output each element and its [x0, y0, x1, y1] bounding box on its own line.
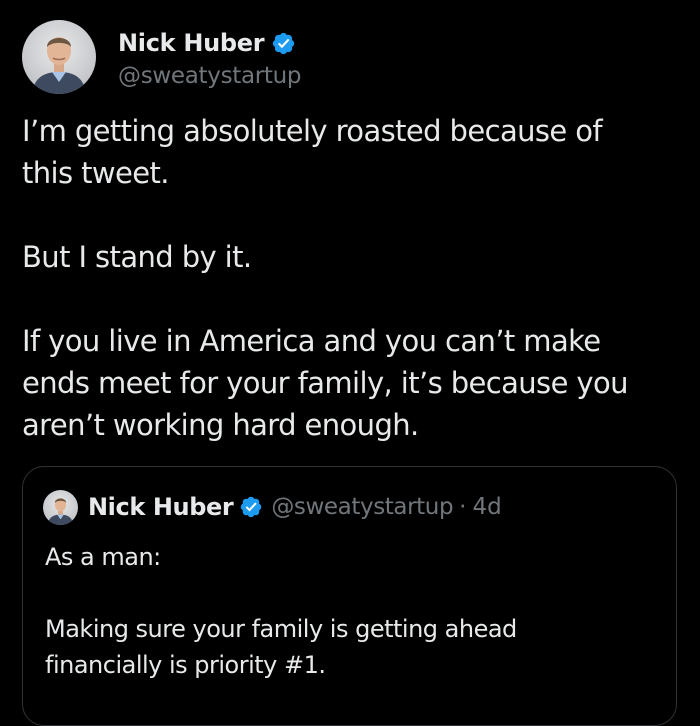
- tweet-paragraph: I’m getting absolutely roasted because o…: [22, 110, 682, 194]
- quoted-timestamp[interactable]: 4d: [472, 494, 501, 520]
- verified-badge-icon[interactable]: [271, 31, 296, 56]
- author-handle[interactable]: @sweatystartup: [118, 63, 302, 89]
- tweet-line: this tweet.: [22, 156, 170, 190]
- quoted-line: Making sure your family is getting ahead: [45, 615, 517, 643]
- tweet-text: I’m getting absolutely roasted because o…: [22, 110, 682, 446]
- avatar-image: [22, 20, 96, 94]
- tweet-line: But I stand by it.: [22, 240, 252, 274]
- quoted-tweet-header: Nick Huber @sweatystartup · 4d: [43, 489, 502, 525]
- tweet-header: Nick Huber @sweatystartup: [22, 19, 302, 95]
- quoted-avatar-image: [43, 489, 78, 525]
- tweet[interactable]: Nick Huber @sweatystartup I’m getting ab…: [0, 0, 700, 726]
- tweet-line: ends meet for your family, it’s because …: [22, 366, 629, 400]
- verified-badge-icon[interactable]: [239, 495, 263, 519]
- quoted-handle[interactable]: @sweatystartup: [271, 494, 453, 520]
- quoted-tweet-card[interactable]: Nick Huber @sweatystartup · 4d As a man:…: [22, 466, 677, 726]
- author-name-row: Nick Huber: [118, 25, 301, 61]
- author-block: Nick Huber @sweatystartup: [118, 25, 302, 89]
- avatar[interactable]: [22, 20, 96, 94]
- quoted-avatar[interactable]: [43, 489, 78, 525]
- tweet-paragraph: But I stand by it.: [22, 236, 682, 278]
- tweet-line: I’m getting absolutely roasted because o…: [22, 114, 603, 148]
- tweet-paragraph: If you live in America and you can’t mak…: [22, 320, 682, 446]
- author-display-name[interactable]: Nick Huber: [118, 29, 265, 57]
- quoted-line: financially is priority #1.: [45, 651, 326, 679]
- quoted-display-name[interactable]: Nick Huber: [88, 493, 234, 521]
- separator-dot: ·: [459, 494, 467, 520]
- quoted-tweet-text: As a man: Making sure your family is get…: [45, 539, 660, 683]
- tweet-line: If you live in America and you can’t mak…: [22, 324, 601, 358]
- quoted-line: As a man:: [45, 543, 161, 571]
- quoted-paragraph: As a man:: [45, 539, 660, 575]
- tweet-line: aren’t working hard enough.: [22, 408, 419, 442]
- quoted-paragraph: Making sure your family is getting ahead…: [45, 611, 660, 683]
